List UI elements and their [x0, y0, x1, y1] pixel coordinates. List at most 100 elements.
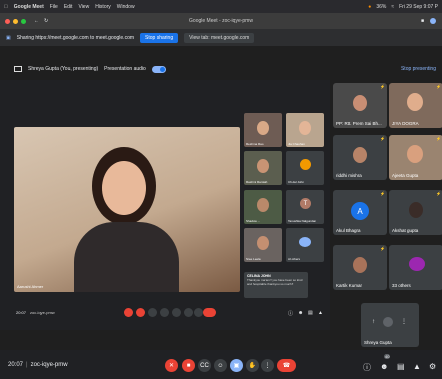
participant-tile-prem[interactable]: ⚡ PP: Rtt. Prem Sai Bh... — [333, 83, 387, 128]
speaker-face — [102, 161, 146, 215]
emoji-button[interactable]: ☺ — [214, 359, 227, 372]
menu-view[interactable]: View — [78, 4, 89, 10]
tab-title[interactable]: Google Meet - zoc-iqye-pmw — [0, 18, 442, 24]
menu-history[interactable]: History — [95, 4, 111, 10]
mic-icon: ⚡ — [380, 246, 385, 251]
participant-name: PP: Rtt. Prem Sai Bh... — [336, 121, 382, 126]
present-button[interactable]: ▣ — [230, 359, 243, 372]
main-video-name: Aarushi Ahmer — [17, 284, 44, 289]
tile-name: Tanushka Nalgundan — [288, 219, 317, 223]
self-tile[interactable]: ↑ ⋮ Shreya Gupta — [361, 303, 419, 347]
participant-face — [299, 121, 311, 135]
avatar-t: T — [300, 198, 311, 209]
inner-tile-tanushka[interactable]: T Tanushka Nalgundan — [286, 190, 324, 224]
participant-name: Kartik Kumar — [336, 283, 363, 288]
inner-meeting-code: zoc-iqye-pmw — [30, 310, 55, 315]
participant-tile-akshat[interactable]: ⚡ Akshat gupta — [389, 190, 442, 235]
participant-name: Akshat gupta — [392, 228, 419, 233]
tile-name: Jia Chauhan — [288, 142, 305, 146]
inner-tile-others[interactable]: AI others — [286, 228, 324, 262]
inner-tile-jia[interactable]: Jia Chauhan — [286, 113, 324, 147]
participant-tile-riddhi[interactable]: ⚡ riddhi mishra — [333, 135, 387, 180]
chat-notification[interactable]: CELINA JOHN Thankyou ma'am!! you have be… — [244, 272, 308, 298]
menu-edit[interactable]: Edit — [64, 4, 73, 10]
inner-leave-call-icon[interactable] — [203, 308, 216, 317]
profile-icon[interactable] — [430, 18, 436, 24]
pin-icon[interactable]: ↑ — [372, 319, 375, 325]
inner-tile-sree[interactable]: Sree Leela — [244, 228, 282, 262]
mic-icon: ⚡ — [436, 191, 441, 196]
inner-info-icon[interactable]: ⓘ — [288, 310, 293, 317]
apple-icon[interactable]:  — [4, 4, 8, 10]
menu-window[interactable]: Window — [117, 4, 135, 10]
mic-icon: ⚡ — [436, 84, 441, 89]
participant-tile-others[interactable]: 33 others — [389, 245, 442, 290]
mac-menu-bar:  Google Meet File Edit View History Win… — [0, 0, 442, 13]
tile-name: Rashmi Ramiah — [246, 180, 268, 184]
participant-name: JIYA DOGRA — [392, 121, 419, 126]
clock-label[interactable]: Fri 29 Sep 9:07 P — [399, 4, 438, 10]
chat-message: Thankyou ma'am!! you have been so kind a… — [247, 278, 303, 286]
participant-name: Ajeeta Gupta — [392, 173, 419, 178]
inner-tile-reshma[interactable]: Reshma Rao — [244, 113, 282, 147]
mic-icon: ⚡ — [436, 136, 441, 141]
people-icon[interactable]: ☻ — [380, 362, 388, 371]
avatar-orange — [300, 159, 311, 170]
inner-present-icon[interactable] — [172, 308, 181, 317]
presenting-label: Shreya Gupta (You, presenting) — [28, 66, 99, 72]
participant-tile-kartik[interactable]: ⚡ Kartik Kumar — [333, 245, 387, 290]
host-controls-icon[interactable]: ⚙ — [429, 362, 436, 371]
presenting-bar: Shreya Gupta (You, presenting) Presentat… — [0, 60, 442, 78]
share-notice-text: Sharing https://meet.google.com to meet.… — [16, 34, 135, 41]
main-video-tile[interactable]: Aarushi Ahmer — [14, 127, 240, 292]
activities-icon[interactable]: ▲ — [413, 362, 421, 371]
tile-name: AI others — [288, 257, 301, 261]
effects-icon[interactable] — [383, 317, 393, 327]
participant-face — [257, 121, 269, 135]
inner-captions-icon[interactable] — [148, 308, 157, 317]
bottom-meeting-code: zoc-iqye-pmw — [30, 361, 68, 368]
presentation-audio-toggle[interactable] — [151, 65, 166, 73]
participant-face — [353, 147, 367, 163]
inner-raise-hand-icon[interactable] — [184, 308, 193, 317]
inner-camera-off-icon[interactable] — [136, 308, 145, 317]
more-options-icon[interactable]: ⋮ — [401, 318, 407, 325]
tile-name: Reshma Rao — [246, 142, 264, 146]
mic-off-button[interactable]: ✕ — [165, 359, 178, 372]
participant-face — [409, 202, 423, 218]
inner-tile-rashmi[interactable]: Rashmi Ramiah — [244, 151, 282, 185]
inner-emoji-icon[interactable] — [160, 308, 169, 317]
inner-tile-shadow[interactable]: Shadow ... — [244, 190, 282, 224]
camera-off-button[interactable]: ■ — [182, 359, 195, 372]
inner-tile-chdel[interactable]: Ch.del John — [286, 151, 324, 185]
wifi-icon[interactable]: ≈ — [391, 4, 394, 10]
battery-label[interactable]: 36% — [376, 4, 386, 10]
mic-icon: ⚡ — [380, 136, 385, 141]
speaker-body — [74, 222, 179, 292]
mic-icon: ⚡ — [380, 191, 385, 196]
mic-icon: ⚡ — [380, 84, 385, 89]
captions-button[interactable]: CC — [198, 359, 211, 372]
leave-call-button[interactable]: ☎ — [277, 359, 296, 372]
inner-activities-icon[interactable]: ▲ — [318, 310, 323, 316]
raise-hand-button[interactable]: ✋ — [246, 359, 259, 372]
participant-tile-akul[interactable]: A ⚡ Akul Bhagra — [333, 190, 387, 235]
camera-status-icon[interactable]: ● — [368, 4, 371, 10]
stop-presenting-button[interactable]: Stop presenting — [401, 66, 436, 72]
menu-app-name[interactable]: Google Meet — [14, 4, 44, 10]
share-notice-bar: ▣ Sharing https://meet.google.com to mee… — [0, 29, 442, 46]
stop-sharing-button[interactable]: Stop sharing — [140, 32, 179, 43]
extensions-icon[interactable]: ■ — [421, 18, 424, 24]
inner-people-icon[interactable]: ☻ — [298, 310, 303, 316]
participant-tile-jiya[interactable]: ⚡ JIYA DOGRA — [389, 83, 442, 128]
more-options-button[interactable]: ⋮ — [261, 359, 274, 372]
meeting-details-icon[interactable]: ⓘ — [363, 362, 371, 373]
view-tab-button[interactable]: View tab: meet.google.com — [184, 32, 255, 43]
inner-mic-off-icon[interactable] — [124, 308, 133, 317]
participant-tile-ajeeta[interactable]: ⚡ Ajeeta Gupta — [389, 135, 442, 180]
inner-more-icon[interactable] — [194, 308, 203, 317]
inner-chat-icon[interactable]: ▤ — [308, 310, 313, 316]
chat-icon[interactable]: ▤ — [397, 362, 405, 371]
menu-file[interactable]: File — [50, 4, 58, 10]
avatar-a-icon: A — [351, 202, 369, 220]
